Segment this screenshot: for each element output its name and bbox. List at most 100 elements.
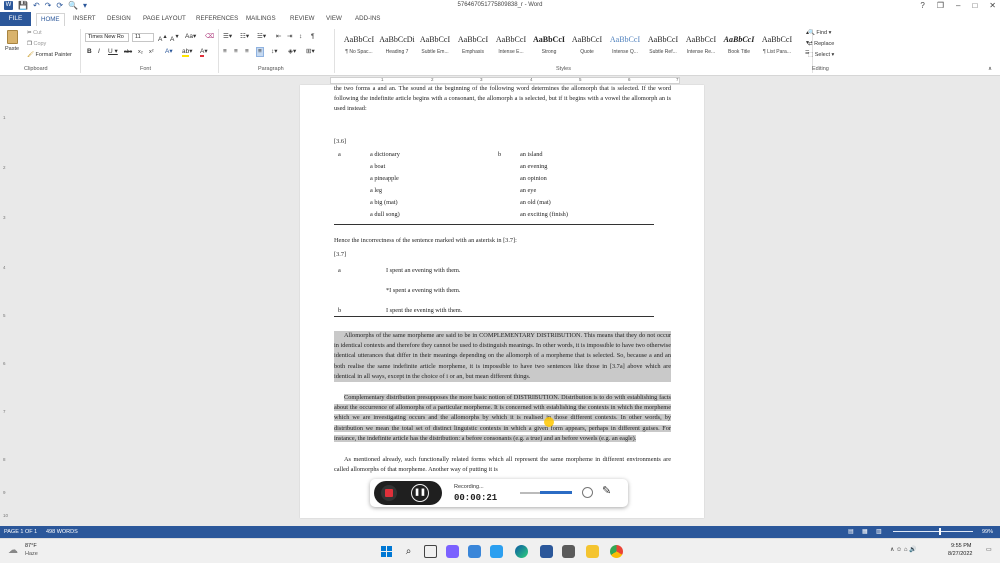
example-item[interactable]: a dictionary (370, 151, 400, 158)
strikethrough-button[interactable]: abc (124, 48, 132, 56)
tab-references[interactable]: REFERENCES (196, 15, 238, 23)
pen-icon[interactable]: ✎ (602, 484, 611, 497)
print-layout-icon[interactable]: ▦ (862, 528, 868, 535)
show-formatting-icon[interactable]: ¶ (311, 33, 315, 41)
example-item[interactable]: an evening (520, 163, 547, 170)
line-spacing-icon[interactable]: ↕▾ (271, 48, 278, 56)
teams-chat-icon[interactable] (446, 545, 459, 558)
cut-button[interactable]: ✂ Cut (27, 30, 42, 36)
style-item[interactable]: AaBbCcI Quote (568, 28, 606, 62)
clock-date[interactable]: 8/27/2022 (948, 551, 972, 557)
task-view-icon[interactable] (424, 545, 437, 558)
style-item[interactable]: AaBbCcDi Heading 7 (378, 28, 416, 62)
weather-desc[interactable]: Haze (25, 551, 38, 557)
bullets-icon[interactable]: ☰▾ (223, 33, 232, 41)
edge-icon[interactable] (515, 545, 528, 558)
align-center-icon[interactable]: ≡ (234, 48, 238, 56)
word-taskbar-icon[interactable] (540, 545, 553, 558)
style-item[interactable]: AaBbCcI ¶ No Spac... (340, 28, 378, 62)
decrease-indent-icon[interactable]: ⇤ (276, 33, 281, 41)
paragraph-distribution[interactable]: Complementary distribution presupposes t… (334, 393, 671, 444)
grow-font-button[interactable]: A▲ (158, 33, 168, 44)
example-item[interactable]: a pineapple (370, 175, 399, 182)
example-sentence[interactable]: I spent an evening with them. (386, 267, 461, 274)
ribbon-display-button[interactable]: ❐ (937, 0, 944, 11)
app-icon[interactable] (562, 545, 575, 558)
increase-indent-icon[interactable]: ⇥ (287, 33, 292, 41)
subscript-button[interactable]: x₂ (138, 48, 143, 56)
highlight-icon[interactable]: ab▾ (182, 48, 193, 57)
clock-time[interactable]: 9:55 PM (951, 543, 971, 549)
windows-start-icon[interactable] (380, 545, 393, 558)
style-item[interactable]: AaBbCcI ¶ List Para... (758, 28, 796, 62)
example-item[interactable]: a dull song) (370, 211, 400, 218)
style-item[interactable]: AaBbCcI Subtle Em... (416, 28, 454, 62)
help-button[interactable]: ? (920, 0, 924, 11)
volume-slider[interactable] (520, 491, 572, 494)
example-item[interactable]: an island (520, 151, 543, 158)
underline-button[interactable]: U ▾ (108, 48, 118, 56)
chrome-icon[interactable] (610, 545, 623, 558)
style-item[interactable]: AaBbCcI Subtle Ref... (644, 28, 682, 62)
select-button[interactable]: ⬚ Select ▾ (808, 52, 834, 58)
collapse-ribbon-icon[interactable]: ∧ (988, 66, 992, 72)
tab-mailings[interactable]: MAILINGS (246, 15, 276, 23)
zoom-slider[interactable] (893, 528, 973, 535)
shading-icon[interactable]: ◈▾ (288, 48, 296, 56)
paragraph-hence[interactable]: Hence the incorrectness of the sentence … (334, 237, 517, 244)
tab-file[interactable]: FILE (0, 12, 31, 26)
style-item[interactable]: AaBbCcI Book Title (720, 28, 758, 62)
style-item[interactable]: AaBbCcI Strong (530, 28, 568, 62)
maximize-button[interactable]: □ (972, 0, 977, 11)
example-item[interactable]: an exciting (finish) (520, 211, 568, 218)
font-color-icon[interactable]: A▾ (200, 48, 208, 57)
word-count[interactable]: 498 WORDS (46, 529, 78, 535)
font-size-select[interactable]: 11 (132, 33, 154, 42)
align-left-icon[interactable]: ≡ (223, 48, 227, 56)
paragraph-allomorphs[interactable]: As mentioned already, such functionally … (334, 455, 671, 475)
file-explorer-icon[interactable] (586, 545, 599, 558)
copy-button[interactable]: ❐ Copy (27, 41, 46, 47)
example-sentence[interactable]: *I spent a evening with them. (386, 287, 461, 294)
style-item[interactable]: AaBbCcI Intense Re... (682, 28, 720, 62)
example-sentence[interactable]: I spent the evening with them. (386, 307, 462, 314)
style-item[interactable]: AaBbCcI Intense Q... (606, 28, 644, 62)
read-mode-icon[interactable]: ▤ (848, 528, 854, 535)
shrink-font-button[interactable]: A▼ (170, 33, 180, 44)
align-right-icon[interactable]: ≡ (245, 48, 249, 56)
tab-insert[interactable]: INSERT (73, 15, 96, 23)
example-item[interactable]: a big (mat) (370, 199, 398, 206)
tab-design[interactable]: DESIGN (107, 15, 131, 23)
webcam-icon[interactable] (582, 487, 593, 498)
borders-icon[interactable]: ⊞▾ (306, 48, 315, 56)
tab-home[interactable]: HOME (36, 13, 65, 27)
example-item[interactable]: a leg (370, 187, 382, 194)
minimize-button[interactable]: – (956, 0, 960, 11)
paragraph-intro[interactable]: the two forms a and an. The sound at the… (334, 85, 671, 115)
paragraph-complementary[interactable]: Allomorphs of the same morpheme are said… (334, 331, 671, 383)
weather-temp[interactable]: 87°F (25, 543, 37, 549)
web-layout-icon[interactable]: ▥ (876, 528, 882, 535)
find-button[interactable]: 🔍 Find ▾ (808, 30, 831, 36)
tab-add-ins[interactable]: ADD-INS (355, 15, 380, 23)
style-item[interactable]: AaBbCcI Emphasis (454, 28, 492, 62)
replace-button[interactable]: ⇄ Replace (808, 41, 834, 47)
change-case-button[interactable]: Aa▾ (185, 33, 196, 41)
example-item[interactable]: an eye (520, 187, 536, 194)
video-icon[interactable] (468, 545, 481, 558)
superscript-button[interactable]: x² (149, 48, 154, 56)
tab-view[interactable]: VIEW (326, 15, 342, 23)
search-icon[interactable]: ⌕ (402, 545, 415, 558)
example-item[interactable]: an opinion (520, 175, 547, 182)
numbering-icon[interactable]: ☷▾ (240, 33, 249, 41)
tab-review[interactable]: REVIEW (290, 15, 314, 23)
pause-record-button[interactable]: ❚❚ (411, 484, 429, 502)
bold-button[interactable]: B (87, 48, 92, 56)
snip-icon[interactable] (490, 545, 503, 558)
font-name-select[interactable]: Times New Ro (85, 33, 129, 42)
tray-icons[interactable]: ∧ ☺ ⌂ 🔊 (890, 546, 917, 553)
style-item[interactable]: AaBbCcI Intense E... (492, 28, 530, 62)
sort-icon[interactable]: ↕ (299, 33, 302, 41)
multilevel-list-icon[interactable]: ☱▾ (257, 33, 266, 41)
text-effects-icon[interactable]: A▾ (165, 48, 173, 56)
